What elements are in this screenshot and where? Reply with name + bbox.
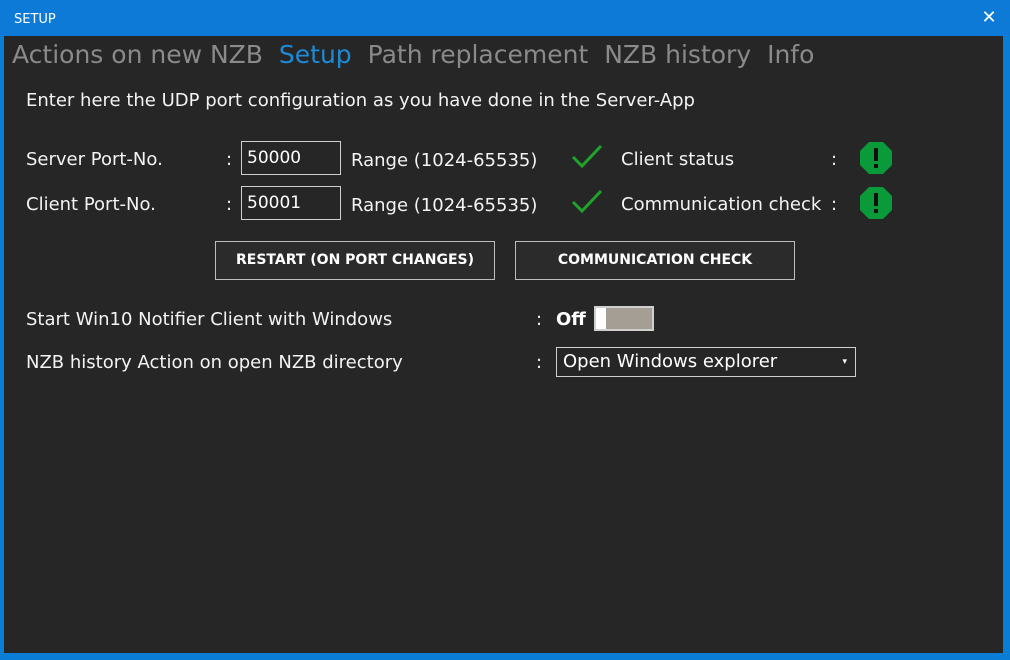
- toggle-state-label: Off: [556, 309, 586, 330]
- nzb-history-action-colon: :: [536, 352, 543, 373]
- start-with-windows-toggle[interactable]: [594, 306, 654, 331]
- start-with-windows-label: Start Win10 Notifier Client with Windows: [26, 309, 393, 330]
- server-port-input[interactable]: [241, 141, 341, 175]
- chevron-down-icon: ▾: [842, 357, 847, 367]
- client-port-input[interactable]: [241, 186, 341, 220]
- restart-button[interactable]: RESTART (ON PORT CHANGES): [215, 241, 495, 280]
- select-value: Open Windows explorer: [563, 351, 778, 372]
- tab-bar: Actions on new NZB Setup Path replacemen…: [12, 40, 822, 69]
- toggle-knob[interactable]: [596, 308, 606, 329]
- server-port-range: Range (1024-65535): [351, 150, 538, 171]
- intro-text: Enter here the UDP port configuration as…: [26, 90, 695, 111]
- client-status-colon: :: [831, 149, 838, 170]
- warning-icon: [860, 187, 892, 219]
- check-icon: [571, 189, 603, 214]
- tab-nzb-history[interactable]: NZB history: [604, 40, 751, 69]
- warning-icon: [860, 142, 892, 174]
- setup-panel: Actions on new NZB Setup Path replacemen…: [4, 36, 1003, 653]
- tab-path-replacement[interactable]: Path replacement: [368, 40, 589, 69]
- window-title: SETUP: [14, 12, 56, 27]
- server-port-label: Server Port-No.: [26, 149, 163, 170]
- communication-check-button[interactable]: COMMUNICATION CHECK: [515, 241, 795, 280]
- tab-actions-on-new-nzb[interactable]: Actions on new NZB: [12, 40, 263, 69]
- nzb-history-action-label: NZB history Action on open NZB directory: [26, 352, 403, 373]
- tab-info[interactable]: Info: [767, 40, 814, 69]
- client-port-colon: :: [226, 194, 233, 215]
- check-icon: [571, 144, 603, 169]
- nzb-history-action-select[interactable]: Open Windows explorer ▾: [556, 347, 856, 377]
- tab-setup[interactable]: Setup: [279, 40, 352, 69]
- start-with-windows-colon: :: [536, 309, 543, 330]
- close-icon[interactable]: ✕: [980, 9, 998, 27]
- client-port-range: Range (1024-65535): [351, 195, 538, 216]
- communication-check-label: Communication check: [621, 194, 822, 215]
- title-bar[interactable]: SETUP ✕: [0, 0, 1010, 36]
- client-port-label: Client Port-No.: [26, 194, 156, 215]
- server-port-colon: :: [226, 149, 233, 170]
- setup-window: SETUP ✕ Actions on new NZB Setup Path re…: [0, 0, 1010, 660]
- communication-check-colon: :: [831, 194, 838, 215]
- client-status-label: Client status: [621, 149, 735, 170]
